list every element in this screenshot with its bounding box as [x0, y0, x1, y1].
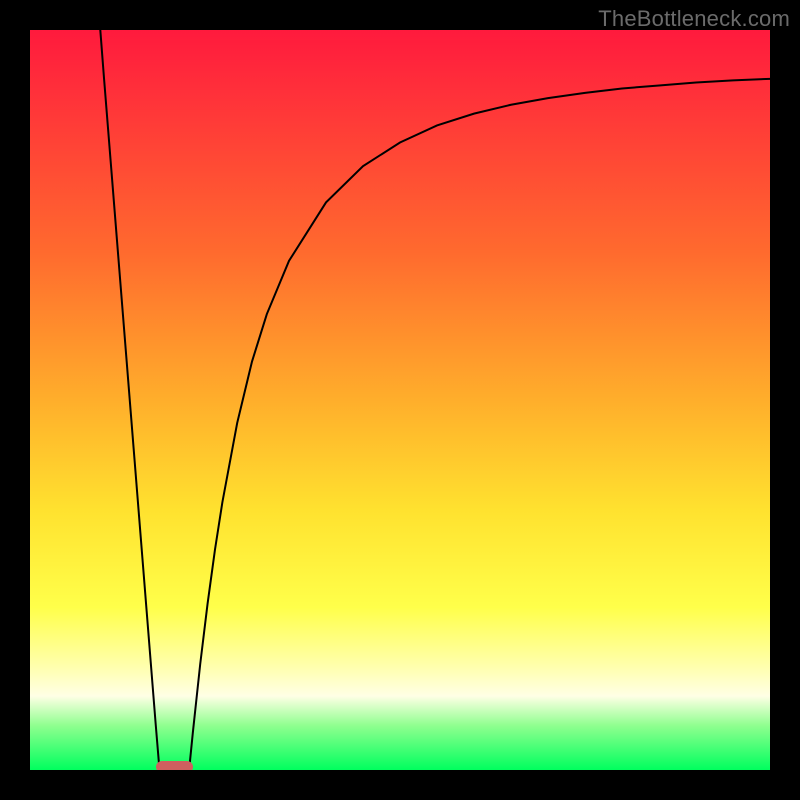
series-right-branch	[189, 79, 770, 770]
series-left-branch	[100, 30, 159, 770]
minimum-marker	[156, 761, 193, 770]
curve-layer	[30, 30, 770, 770]
watermark-text: TheBottleneck.com	[598, 6, 790, 32]
chart-frame: TheBottleneck.com	[0, 0, 800, 800]
plot-area	[30, 30, 770, 770]
